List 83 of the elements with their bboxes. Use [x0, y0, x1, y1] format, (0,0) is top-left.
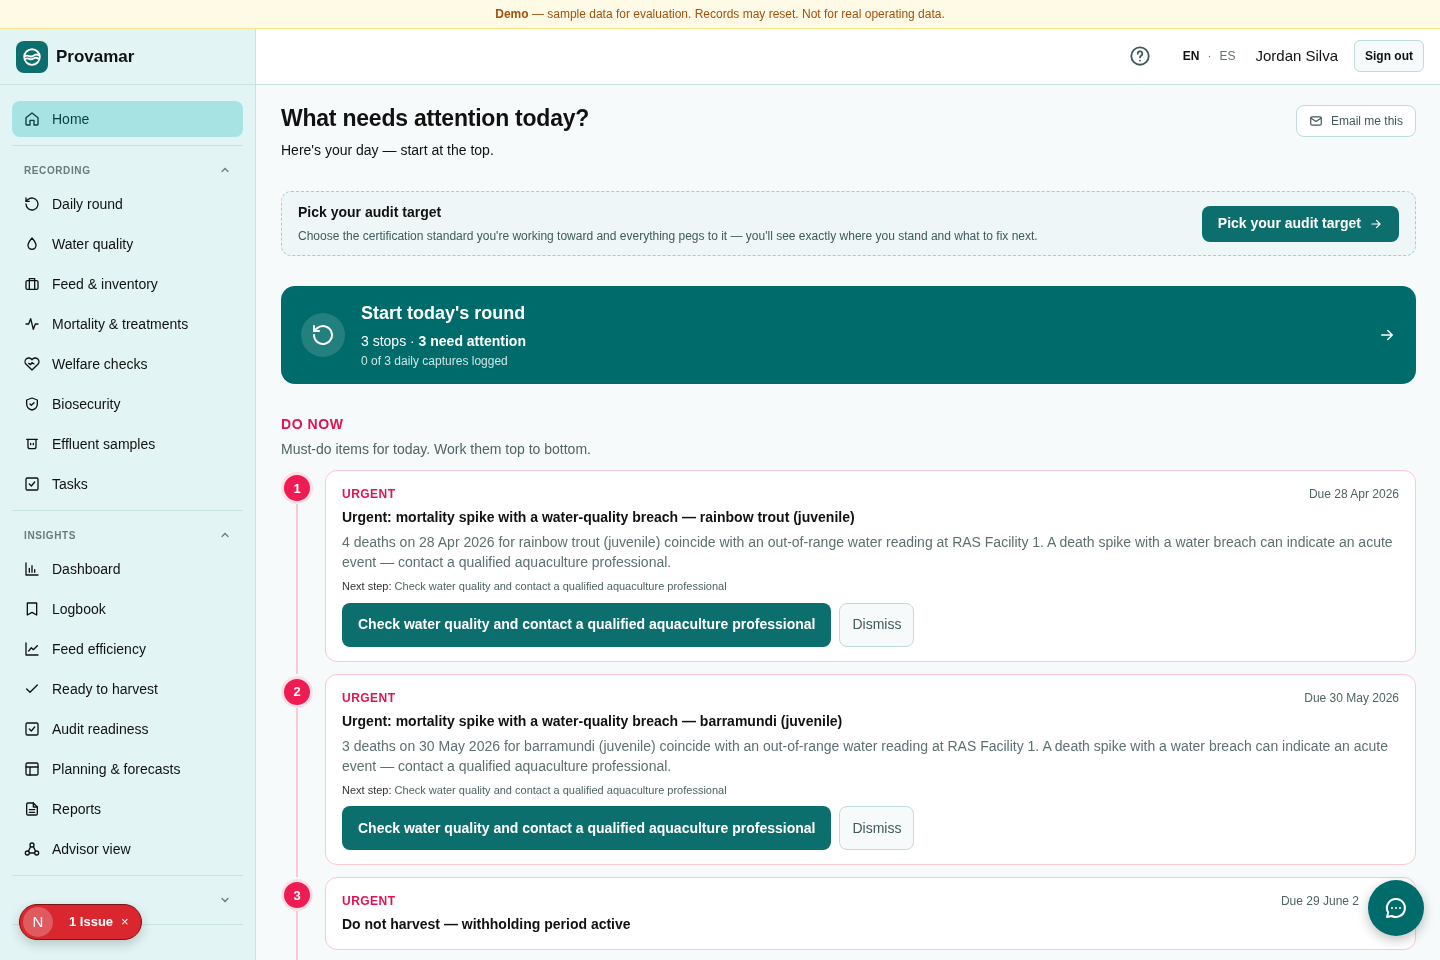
section-heading: DO NOW [281, 415, 345, 435]
round-summary: 3 stops · 3 need attention [361, 332, 527, 352]
issue-badge[interactable]: N 1 Issue × [19, 904, 142, 940]
sign-out-button[interactable]: Sign out [1354, 40, 1424, 73]
action-button[interactable]: Check water quality and contact a qualified aquaculture professional [342, 806, 832, 851]
pulse-icon [24, 316, 40, 332]
next-step-text: Next step: Check water quality and contact a qualified aquaculture professional [342, 782, 728, 798]
section-subtitle: Must-do items for today. Work them top to bottom. [281, 440, 592, 460]
nav-item[interactable]: Tasks [12, 466, 243, 502]
checkbox-icon [24, 721, 40, 737]
task-title: Do not harvest — withholding period active [342, 915, 632, 935]
droplet-icon [24, 236, 40, 252]
next-step-text: Next step: Check water quality and contact a qualified aquaculture professional [342, 579, 728, 595]
nav-item[interactable]: Reports [12, 791, 243, 827]
line-chart-icon [24, 641, 40, 657]
priority-label: URGENT [342, 486, 396, 504]
heart-icon [24, 356, 40, 372]
nav-item[interactable]: Mortality & treatments [12, 306, 243, 342]
prompt-title: Pick your audit target [298, 203, 443, 223]
nav-item[interactable]: Effluent samples [12, 426, 243, 462]
nav-item[interactable]: Home [12, 101, 243, 137]
separator-dot: · [1207, 48, 1212, 66]
home-icon [24, 111, 40, 127]
nav-item[interactable]: Feed efficiency [12, 631, 243, 667]
nav-item[interactable]: Water quality [12, 226, 243, 262]
audit-target-button[interactable]: Pick your audit target [1201, 205, 1399, 242]
demo-notice: Demo — sample data for evaluation. Records may reset. Not for real operating data. [495, 6, 945, 23]
step-number: 3 [281, 879, 313, 912]
logo-icon [16, 40, 48, 73]
help-icon[interactable] [1128, 45, 1151, 68]
language-option[interactable]: EN [1182, 47, 1200, 66]
step-number: 1 [281, 472, 313, 505]
network-icon [24, 841, 40, 857]
beaker-icon [24, 436, 40, 452]
dismiss-button[interactable]: Dismiss [839, 806, 915, 851]
bar-chart-icon [24, 561, 40, 577]
checkbox-icon [24, 476, 40, 492]
prompt-text: Choose the certification standard you're working toward and everything pegs to it — you'll see exactly where you stand and what to fix next. [298, 228, 1038, 246]
due-date: Due 30 May 2026 [1304, 689, 1399, 707]
page-subtitle: Here's your day — start at the top. [281, 141, 495, 161]
nav-item[interactable]: Planning & forecasts [12, 751, 243, 787]
task-description: 3 deaths on 30 May 2026 for barramundi (juvenile) coincide with an out-of-range water reading at RAS Facility 1. A death spike with a water breach can indicate an acute event — contact a qualified aquaculture professional. [342, 736, 1389, 776]
shield-icon [24, 396, 40, 412]
email-button[interactable]: Email me this [1295, 104, 1416, 137]
page-title: What needs attention today? [281, 104, 590, 133]
issue-count: 1 Issue [69, 913, 114, 932]
language-option[interactable]: ES [1219, 47, 1236, 66]
nav-item[interactable]: Daily round [12, 186, 243, 222]
step-number: 2 [281, 675, 313, 708]
dismiss-button[interactable]: Dismiss [839, 602, 915, 647]
nav-item[interactable]: Logbook [12, 591, 243, 627]
nav-item[interactable]: Ready to harvest [12, 671, 243, 707]
section-label: INSIGHTS [24, 528, 77, 543]
nav-item[interactable]: Dashboard [12, 551, 243, 587]
refresh-icon [24, 196, 40, 212]
letter-avatar: N [23, 907, 53, 937]
priority-label: URGENT [342, 689, 396, 707]
nav-item[interactable]: Welfare checks [12, 346, 243, 382]
nav-item[interactable]: Audit readiness [12, 711, 243, 747]
mail-icon [1308, 113, 1323, 128]
task-description: 4 deaths on 28 Apr 2026 for rainbow trout (juvenile) coincide with an out-of-range water reading at RAS Facility 1. A death spike with a water breach can indicate an acute event — contact a qualified aquaculture professional. [342, 533, 1394, 573]
action-button[interactable]: Check water quality and contact a qualified aquaculture professional [342, 602, 832, 647]
section-label: RECORDING [24, 163, 91, 178]
round-detail: 0 of 3 daily captures logged [361, 353, 509, 371]
book-icon [24, 601, 40, 617]
task-title: Urgent: mortality spike with a water-quality breach — barramundi (juvenile) [342, 711, 844, 731]
priority-label: URGENT [342, 893, 396, 911]
chat-icon [1384, 896, 1408, 920]
close-icon[interactable]: × [121, 912, 129, 932]
start-round-card[interactable]: Start today's round 3 stops · 3 need attention 0 of 3 daily captures logged [281, 286, 1416, 385]
due-date: Due 29 June 2 [1280, 893, 1359, 911]
refresh-icon [311, 323, 335, 348]
nav-item[interactable]: Advisor view [12, 831, 243, 867]
nav-item[interactable]: Feed & inventory [12, 266, 243, 302]
round-title: Start today's round [361, 302, 527, 326]
brand-name: Provamar [56, 45, 135, 68]
task-title: Urgent: mortality spike with a water-quality breach — rainbow trout (juvenile) [342, 508, 856, 528]
nav-item[interactable]: Biosecurity [12, 386, 243, 422]
briefcase-icon [24, 276, 40, 292]
layout-icon [24, 761, 40, 777]
due-date: Due 28 Apr 2026 [1308, 486, 1399, 504]
user-name: Jordan Silva [1255, 46, 1338, 67]
document-icon [24, 801, 40, 817]
